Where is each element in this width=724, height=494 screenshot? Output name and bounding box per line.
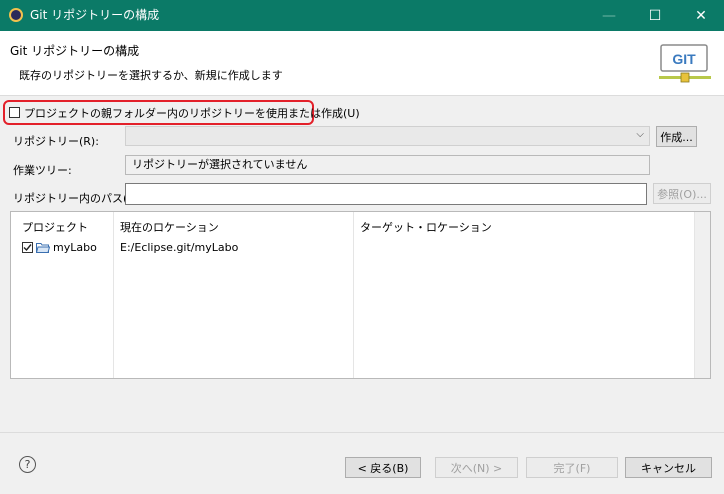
finish-button[interactable]: 完了(F) — [526, 457, 618, 478]
title-bar: Git リポジトリーの構成 — ☐ ✕ — [0, 0, 724, 31]
row-checkbox[interactable] — [22, 242, 33, 253]
git-logo-text: GIT — [672, 51, 696, 67]
repository-combo[interactable]: ⌵ — [125, 126, 650, 146]
browse-button[interactable]: 参照(O)... — [653, 183, 711, 204]
path-input[interactable] — [125, 183, 647, 205]
project-table[interactable]: プロジェクト 現在のロケーション ターゲット・ロケーション myLabo E:/… — [10, 211, 711, 379]
next-button[interactable]: 次へ(N) > — [435, 457, 518, 478]
wizard-description: 既存のリポジトリーを選択するか、新規に作成します — [19, 69, 283, 82]
repository-label: リポジトリー(R): — [13, 135, 99, 148]
column-header-project[interactable]: プロジェクト — [22, 219, 88, 235]
current-location: E:/Eclipse.git/myLabo — [120, 241, 239, 254]
folder-icon — [36, 243, 50, 253]
back-button[interactable]: < 戻る(B) — [345, 457, 421, 478]
eclipse-app-icon — [9, 8, 23, 22]
worktree-value: リポジトリーが選択されていません — [125, 155, 650, 175]
checkmark-icon — [23, 244, 32, 252]
close-button[interactable]: ✕ — [678, 0, 724, 31]
maximize-button[interactable]: ☐ — [632, 0, 678, 31]
table-vertical-scrollbar[interactable] — [694, 212, 710, 378]
wizard-header: Git リポジトリーの構成 既存のリポジトリーを選択するか、新規に作成します G… — [0, 31, 724, 96]
column-header-target-location[interactable]: ターゲット・ロケーション — [360, 219, 492, 235]
wizard-body: プロジェクトの親フォルダー内のリポジトリーを使用または作成(U) リポジトリー(… — [0, 96, 724, 432]
table-row[interactable]: myLabo E:/Eclipse.git/myLabo — [11, 238, 695, 256]
use-parent-repo-checkbox[interactable] — [9, 107, 20, 118]
create-button[interactable]: 作成... — [656, 126, 697, 147]
project-name: myLabo — [53, 241, 97, 254]
window-title: Git リポジトリーの構成 — [30, 8, 160, 22]
wizard-footer: ? < 戻る(B) 次へ(N) > 完了(F) キャンセル — [0, 432, 724, 494]
git-logo-icon: GIT — [659, 44, 711, 83]
cancel-button[interactable]: キャンセル — [625, 457, 712, 478]
help-icon[interactable]: ? — [19, 456, 36, 473]
worktree-label: 作業ツリー: — [13, 164, 72, 177]
column-header-current-location[interactable]: 現在のロケーション — [120, 219, 219, 235]
use-parent-repo-label: プロジェクトの親フォルダー内のリポジトリーを使用または作成(U) — [24, 107, 360, 120]
wizard-title: Git リポジトリーの構成 — [10, 44, 140, 58]
chevron-down-icon: ⌵ — [636, 129, 644, 140]
path-label: リポジトリー内のパス(P): — [13, 192, 142, 205]
minimize-button[interactable]: — — [586, 0, 632, 31]
